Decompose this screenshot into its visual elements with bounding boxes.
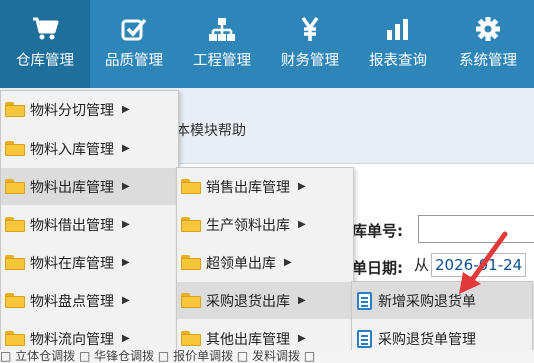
- menu-item-material-inbound[interactable]: 物料入库管理 ▶: [1, 130, 178, 167]
- menu-item-label: 采购退货出库: [206, 293, 290, 310]
- yen-icon: [301, 16, 319, 41]
- document-icon: [357, 329, 372, 348]
- tab-label: 工程管理: [193, 53, 251, 69]
- folder-icon: [181, 179, 201, 194]
- menu-item-material-in-stock[interactable]: 物料在库管理 ▶: [1, 244, 178, 281]
- tab-system[interactable]: 系统管理: [442, 0, 534, 88]
- menu-item-label: 销售出库管理: [206, 179, 290, 196]
- submenu-arrow-icon: ▶: [122, 295, 130, 306]
- tab-warehouse[interactable]: 仓库管理: [0, 0, 90, 88]
- menu-item-label: 物料流向管理: [30, 331, 114, 348]
- checkbox-icon: [121, 18, 147, 41]
- tab-reports[interactable]: 报表查询: [354, 0, 442, 88]
- tab-label: 财务管理: [281, 53, 339, 69]
- submenu-arrow-icon: ▶: [298, 295, 306, 306]
- folder-icon: [5, 217, 25, 232]
- menu-item-label: 超领单出库: [206, 255, 276, 272]
- menu-item-material-inventory[interactable]: 物料盘点管理 ▶: [1, 282, 178, 319]
- tab-label: 品质管理: [105, 53, 163, 69]
- menu-item-sales-outbound[interactable]: 销售出库管理 ▶: [177, 168, 353, 205]
- menu-item-production-picking[interactable]: 生产领料出库 ▶: [177, 206, 353, 243]
- warehouse-dropdown-menu: 物料分切管理 ▶ 物料入库管理 ▶ 物料出库管理 ▶ 物料借出管理 ▶ 物料在库管理 ▶ …: [0, 90, 179, 360]
- menu-item-over-picking[interactable]: 超领单出库 ▶: [177, 244, 353, 281]
- menu-item-label: 物料入库管理: [30, 141, 114, 158]
- bottom-checkbox-row: □ 立体仓调拨 □ 华锋仓调拨 □ 报价单调拨 □ 发料调拨 □: [0, 350, 534, 363]
- menu-item-label: 物料在库管理: [30, 255, 114, 272]
- submenu-arrow-icon: ▶: [298, 333, 306, 344]
- folder-icon: [5, 255, 25, 270]
- cart-icon: [33, 17, 59, 40]
- submenu-arrow-icon: ▶: [122, 333, 130, 344]
- tab-label: 仓库管理: [16, 53, 74, 69]
- folder-icon: [5, 102, 25, 117]
- menu-item-material-outbound[interactable]: 物料出库管理 ▶: [1, 168, 178, 205]
- folder-icon: [5, 293, 25, 308]
- tab-engineering[interactable]: 工程管理: [178, 0, 266, 88]
- tab-quality[interactable]: 品质管理: [90, 0, 178, 88]
- folder-icon: [5, 179, 25, 194]
- menu-item-material-cutting[interactable]: 物料分切管理 ▶: [1, 91, 178, 128]
- menu-item-material-lending[interactable]: 物料借出管理 ▶: [1, 206, 178, 243]
- sitemap-icon: [209, 18, 235, 41]
- bar-chart-icon: [387, 19, 408, 40]
- tab-finance[interactable]: 财务管理: [266, 0, 354, 88]
- menu-item-label: 采购退货单管理: [378, 331, 476, 348]
- submenu-arrow-icon: ▶: [122, 104, 130, 115]
- submenu-arrow-icon: ▶: [122, 257, 130, 268]
- menu-item-label: 物料分切管理: [30, 102, 114, 119]
- tab-label: 报表查询: [369, 53, 427, 69]
- top-nav-bar: 仓库管理 品质管理 工程管理 财务管理 报表查询 系统管理: [0, 0, 534, 88]
- folder-icon: [181, 293, 201, 308]
- menu-item-label: 其他出库管理: [206, 331, 290, 348]
- menu-item-label: 物料借出管理: [30, 217, 114, 234]
- menu-item-label: 物料盘点管理: [30, 293, 114, 310]
- annotation-arrow-icon: [459, 231, 508, 294]
- date-label: 单日期:: [352, 259, 403, 277]
- tab-label: 系统管理: [459, 53, 517, 69]
- submenu-arrow-icon: ▶: [122, 143, 130, 154]
- outbound-submenu: 销售出库管理 ▶ 生产领料出库 ▶ 超领单出库 ▶ 采购退货出库 ▶ 其他出库管理 ▶: [176, 167, 354, 359]
- module-help-link[interactable]: 本模块帮助: [176, 120, 246, 140]
- folder-icon: [5, 331, 25, 346]
- gear-icon: [476, 17, 500, 41]
- menu-item-label: 生产领料出库: [206, 217, 290, 234]
- menu-item-purchase-return[interactable]: 采购退货出库 ▶: [177, 282, 353, 319]
- folder-icon: [5, 141, 25, 156]
- document-icon: [357, 291, 372, 310]
- submenu-arrow-icon: ▶: [284, 257, 292, 268]
- submenu-arrow-icon: ▶: [298, 181, 306, 192]
- date-prefix: 从: [414, 256, 430, 274]
- submenu-arrow-icon: ▶: [122, 181, 130, 192]
- menu-item-label: 物料出库管理: [30, 179, 114, 196]
- folder-icon: [181, 331, 201, 346]
- folder-icon: [181, 255, 201, 270]
- submenu-arrow-icon: ▶: [298, 219, 306, 230]
- submenu-arrow-icon: ▶: [122, 219, 130, 230]
- folder-icon: [181, 217, 201, 232]
- doc-number-label: 库单号:: [352, 222, 403, 240]
